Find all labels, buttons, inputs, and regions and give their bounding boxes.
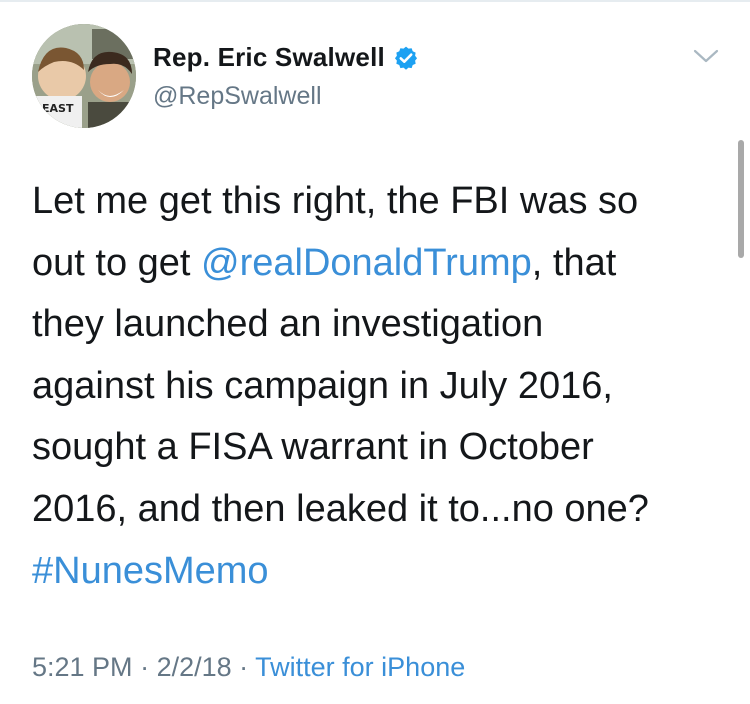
svg-text:EAST: EAST: [42, 102, 74, 115]
tweet-text-segment: they launched an investigation: [32, 303, 544, 346]
tweet-text-segment: , that: [531, 241, 617, 284]
tweet-text-line: #NunesMemo: [32, 541, 722, 603]
tweet-text: Let me get this right, the FBI was so out…: [32, 171, 722, 602]
avatar[interactable]: EAST: [32, 24, 136, 128]
tweet-text-line: out to get @realDonaldTrump, that: [32, 233, 722, 295]
tweet-card: EAST Rep. Eric Swalwell @RepSwalwell Let…: [0, 0, 750, 704]
tweet-source-link[interactable]: Twitter for iPhone: [255, 652, 465, 682]
tweet-text-segment: out to get: [32, 241, 202, 284]
meta-separator: ·: [132, 652, 157, 682]
tweet-text-segment: sought a FISA warrant in October: [32, 426, 594, 469]
display-name[interactable]: Rep. Eric Swalwell: [153, 42, 385, 73]
tweet-text-segment: 2016, and then leaked it to...no one?: [32, 487, 649, 530]
tweet-meta: 5:21 PM · 2/2/18 · Twitter for iPhone: [32, 652, 465, 683]
tweet-text-segment: Let me get this right, the FBI was so: [32, 180, 639, 222]
chevron-down-icon[interactable]: [692, 46, 720, 66]
tweet-text-line: sought a FISA warrant in October: [32, 417, 722, 479]
tweet-time[interactable]: 5:21 PM: [32, 652, 133, 682]
tweet-date[interactable]: 2/2/18: [157, 652, 232, 682]
scrollbar-thumb[interactable]: [738, 140, 744, 258]
author-name-row[interactable]: Rep. Eric Swalwell: [153, 42, 419, 73]
verified-badge-icon: [393, 45, 419, 71]
tweet-text-line: Let me get this right, the FBI was so: [32, 171, 722, 233]
tweet-text-segment: against his campaign in July 2016,: [32, 364, 613, 407]
meta-separator-2: ·: [231, 652, 256, 682]
hashtag-link[interactable]: #NunesMemo: [32, 550, 269, 592]
tweet-text-line: they launched an investigation: [32, 294, 722, 356]
tweet-text-line: 2016, and then leaked it to...no one?: [32, 479, 722, 541]
tweet-text-line: against his campaign in July 2016,: [32, 356, 722, 418]
top-divider: [0, 0, 750, 2]
author-handle[interactable]: @RepSwalwell: [153, 82, 322, 111]
mention-link[interactable]: @realDonaldTrump: [201, 242, 532, 284]
